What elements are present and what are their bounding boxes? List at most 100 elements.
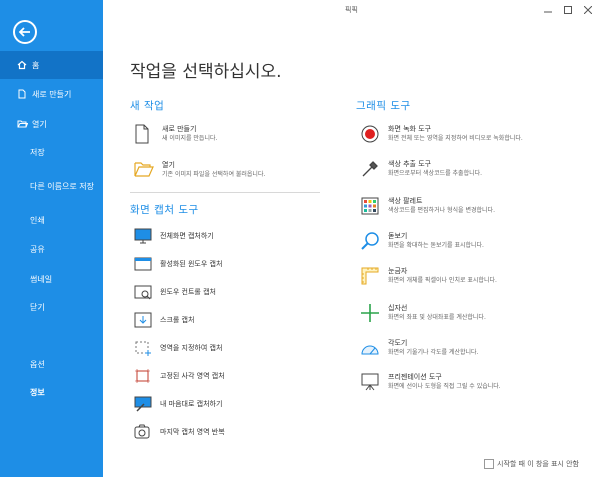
tool-screen-record[interactable]: 화면 녹화 도구 화면 전체 또는 영역을 지정하여 비디오로 녹화합니다. [360, 124, 523, 154]
capture-section-title: 화면 캡처 도구 [130, 204, 199, 216]
dont-show-checkbox[interactable] [484, 459, 494, 469]
capture-active-window[interactable]: 활성화된 윈도우 캡처 [134, 254, 222, 274]
capture-region[interactable]: 영역을 지정하여 캡처 [134, 338, 222, 358]
sidebar-item-new[interactable]: 새로 만들기 [0, 80, 103, 108]
item-desc: 기존 이미지 파일을 선택하여 불러옵니다. [162, 171, 266, 178]
divider [130, 192, 320, 193]
freehand-capture-icon [134, 396, 152, 412]
sidebar-item-label: 정보 [30, 387, 45, 397]
scroll-capture-icon [134, 312, 152, 328]
item-desc: 화면의 좌표 및 상대좌표를 계산합니다. [388, 314, 486, 321]
whiteboard-icon [360, 372, 380, 392]
new-image-item[interactable]: 새로 만들기 새 이미지를 만듭니다. [134, 124, 217, 154]
graphic-section-title: 그래픽 도구 [356, 100, 411, 112]
record-icon [360, 124, 380, 144]
sidebar-item-label: 옵션 [30, 359, 45, 369]
eyedropper-icon [360, 159, 380, 179]
tool-color-picker[interactable]: 색상 추출 도구 화면으로부터 색상코드를 추출합니다. [360, 159, 482, 189]
sidebar-item-share[interactable]: 공유 [0, 235, 103, 263]
arrow-left-icon [18, 27, 30, 37]
capture-label: 활성화된 윈도우 캡처 [160, 260, 223, 268]
item-desc: 화면에 선이나 도형을 직접 그릴 수 있습니다. [388, 383, 501, 390]
new-section-title: 새 작업 [130, 100, 165, 112]
sidebar-item-close[interactable]: 닫기 [0, 293, 103, 321]
capture-label: 영역을 지정하여 캡처 [160, 344, 223, 352]
capture-window-control[interactable]: 윈도우 컨트롤 캡처 [134, 282, 216, 302]
minimize-icon [544, 11, 552, 13]
item-desc: 화면의 기울기나 각도를 계산합니다. [388, 349, 479, 356]
close-icon [584, 6, 592, 14]
sidebar-item-label: 닫기 [30, 302, 45, 312]
back-button[interactable] [13, 20, 37, 44]
dont-show-toggle[interactable]: 시작할 때 이 창을 표시 안함 [484, 459, 579, 469]
tool-crosshair[interactable]: 십자선 화면의 좌표 및 상대좌표를 계산합니다. [360, 303, 486, 333]
sidebar: 홈 새로 만들기 열기 저장 다른 이름으로 저장 인쇄 공유 썸네일 닫기 옵… [0, 0, 103, 477]
capture-label: 고정된 사각 영역 캡처 [160, 372, 225, 380]
tool-color-palette[interactable]: 색상 팔레트 색상코드를 편집하거나 형식을 변경합니다. [360, 196, 495, 226]
page-title: 작업을 선택하십시오. [130, 62, 282, 82]
close-button[interactable] [581, 4, 595, 16]
item-title: 새로 만들기 [162, 125, 197, 133]
item-desc: 화면의 개체를 픽셀이나 인치로 표시합니다. [388, 277, 497, 284]
tool-magnifier[interactable]: 돋보기 화면을 확대하는 돋보기를 표시합니다. [360, 231, 484, 261]
blank-page-icon [134, 124, 154, 144]
item-desc: 화면으로부터 색상코드를 추출합니다. [388, 170, 483, 177]
item-title: 프리젠테이션 도구 [388, 373, 442, 381]
palette-icon [360, 196, 380, 216]
open-image-item[interactable]: 열기 기존 이미지 파일을 선택하여 불러옵니다. [134, 160, 265, 190]
sidebar-item-label: 썸네일 [30, 274, 53, 284]
item-title: 각도기 [388, 339, 408, 347]
tool-ruler[interactable]: 눈금자 화면의 개체를 픽셀이나 인치로 표시합니다. [360, 266, 497, 296]
item-desc: 색상코드를 편집하거나 형식을 변경합니다. [388, 207, 495, 214]
capture-fixed-region[interactable]: 고정된 사각 영역 캡처 [134, 366, 225, 386]
sidebar-item-options[interactable]: 옵션 [0, 350, 103, 378]
home-icon [16, 59, 28, 71]
item-title: 화면 녹화 도구 [388, 125, 432, 133]
new-file-icon [16, 88, 28, 100]
sidebar-item-save-as[interactable]: 다른 이름으로 저장 [0, 172, 103, 200]
maximize-button[interactable] [561, 4, 575, 16]
region-capture-icon [134, 340, 152, 356]
open-folder-icon [134, 160, 154, 180]
fullscreen-capture-icon [134, 228, 152, 244]
capture-scroll[interactable]: 스크롤 캡처 [134, 310, 194, 330]
sidebar-item-open[interactable]: 열기 [0, 110, 103, 138]
title-bar: 픽픽 [103, 0, 600, 20]
capture-freehand[interactable]: 내 마음대로 캡처하기 [134, 394, 222, 414]
sidebar-item-thumbnail[interactable]: 썸네일 [0, 265, 103, 293]
sidebar-item-print[interactable]: 인쇄 [0, 206, 103, 234]
maximize-icon [564, 6, 572, 14]
sidebar-item-home[interactable]: 홈 [0, 51, 103, 79]
sidebar-item-label: 인쇄 [30, 215, 45, 225]
fixed-region-icon [134, 368, 152, 384]
sidebar-item-label: 홈 [32, 60, 40, 70]
capture-repeat[interactable]: 마지막 캡처 영역 반복 [134, 422, 225, 442]
item-desc: 화면 전체 또는 영역을 지정하여 비디오로 녹화합니다. [388, 135, 523, 142]
dont-show-label: 시작할 때 이 창을 표시 안함 [497, 460, 579, 468]
active-window-icon [134, 256, 152, 272]
capture-label: 윈도우 컨트롤 캡처 [160, 288, 216, 296]
tool-protractor[interactable]: 각도기 화면의 기울기나 각도를 계산합니다. [360, 338, 478, 368]
sidebar-item-label: 공유 [30, 244, 45, 254]
window-control-icon [134, 284, 152, 300]
item-title: 열기 [162, 161, 175, 169]
minimize-button[interactable] [541, 4, 555, 16]
sidebar-item-label: 새로 만들기 [32, 89, 72, 99]
item-title: 색상 팔레트 [388, 197, 423, 205]
capture-label: 내 마음대로 캡처하기 [160, 400, 223, 408]
protractor-icon [360, 338, 380, 358]
sidebar-item-label: 열기 [32, 119, 47, 129]
tool-presentation[interactable]: 프리젠테이션 도구 화면에 선이나 도형을 직접 그릴 수 있습니다. [360, 372, 501, 402]
capture-fullscreen[interactable]: 전체화면 캡처하기 [134, 226, 214, 246]
item-title: 돋보기 [388, 232, 408, 240]
repeat-capture-icon [134, 424, 152, 440]
folder-open-icon [16, 118, 28, 130]
sidebar-item-save[interactable]: 저장 [0, 138, 103, 166]
magnifier-icon [360, 231, 380, 251]
item-desc: 새 이미지를 만듭니다. [162, 135, 218, 142]
crosshair-icon [360, 303, 380, 323]
item-title: 색상 추출 도구 [388, 160, 432, 168]
sidebar-item-info[interactable]: 정보 [0, 378, 103, 406]
capture-label: 스크롤 캡처 [160, 316, 195, 324]
sidebar-item-label: 다른 이름으로 저장 [30, 181, 94, 191]
